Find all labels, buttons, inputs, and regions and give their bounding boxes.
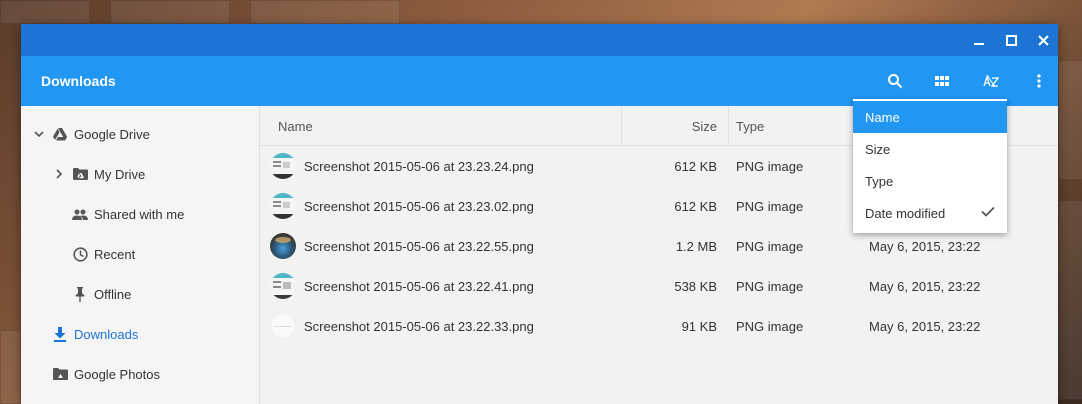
file-size: 612 KB [674,198,717,214]
file-size: 1.2 MB [675,238,717,254]
menu-item-label: Type [865,173,894,189]
file-size: 612 KB [674,158,717,174]
more-options-button[interactable] [1025,67,1053,95]
file-date: May 6, 2015, 23:22 [869,318,981,334]
chevron-right-icon[interactable] [53,168,65,180]
google-drive-icon [52,126,68,142]
pin-icon [72,286,88,302]
sort-menu-item-date-modified[interactable]: Date modified [853,197,1007,229]
sidebar-item-google-photos[interactable]: Google Photos [21,354,259,394]
grid-view-icon [935,76,949,86]
people-icon [72,206,88,222]
window-titlebar [21,24,1058,56]
column-header-size[interactable]: Size [622,106,717,146]
sort-menu-item-type[interactable]: Type [853,165,1007,197]
minimize-button[interactable] [963,24,995,56]
sidebar-item-google-drive[interactable]: Google Drive [21,114,259,154]
table-row[interactable]: Screenshot 2015-05-06 at 23.22.33.png 91… [260,306,1058,346]
folder-drive-icon [72,166,88,182]
sort-menu-item-name[interactable]: Name [853,101,1007,133]
file-name: Screenshot 2015-05-06 at 23.22.33.png [304,318,534,334]
clock-icon [72,246,88,262]
sidebar-item-label: Downloads [74,326,139,342]
grid-view-button[interactable] [928,67,956,95]
check-icon [981,205,995,220]
menu-item-label: Date modified [865,205,946,221]
file-name: Screenshot 2015-05-06 at 23.23.02.png [304,198,534,214]
file-type: PNG image [736,318,804,334]
sort-menu-item-size[interactable]: Size [853,133,1007,165]
sort-menu: Name Size Type Date modified [853,99,1007,233]
file-name: Screenshot 2015-05-06 at 23.22.55.png [304,238,534,254]
sidebar-item-label: Shared with me [94,206,185,222]
file-name: Screenshot 2015-05-06 at 23.22.41.png [304,278,534,294]
maximize-icon [1005,34,1017,46]
maximize-button[interactable] [995,24,1027,56]
sort-button[interactable] [977,67,1005,95]
sort-az-icon [983,74,999,88]
file-size: 538 KB [674,278,717,294]
file-type: PNG image [736,278,804,294]
file-type: PNG image [736,198,804,214]
column-divider[interactable] [728,106,729,146]
table-row[interactable]: Screenshot 2015-05-06 at 23.22.41.png 53… [260,266,1058,306]
menu-item-label: Name [865,109,900,125]
search-icon [888,74,903,89]
sidebar-item-offline[interactable]: Offline [21,274,259,314]
file-size: 91 KB [681,318,717,334]
column-header-name[interactable]: Name [278,106,313,146]
close-icon [1037,34,1049,46]
file-thumbnail [270,233,296,259]
file-thumbnail [270,193,296,219]
sidebar-item-label: Google Photos [74,366,161,382]
column-header-type[interactable]: Type [736,106,764,146]
more-vert-icon [1037,74,1041,88]
download-icon [52,326,68,342]
close-button[interactable] [1027,24,1058,56]
sidebar-item-downloads[interactable]: Downloads [21,314,259,354]
sidebar-item-label: Offline [94,286,132,302]
file-date: May 6, 2015, 23:22 [869,278,981,294]
sidebar: Google Drive My Drive Shared with me Rec… [21,106,260,404]
sidebar-item-label: Recent [94,246,136,262]
minimize-icon [974,43,984,45]
menu-item-label: Size [865,141,891,157]
file-thumbnail [270,153,296,179]
sidebar-item-label: Google Drive [74,126,150,142]
folder-photos-icon [52,366,68,382]
chevron-down-icon[interactable] [33,128,45,140]
sidebar-item-shared-with-me[interactable]: Shared with me [21,194,259,234]
file-thumbnail [270,313,296,339]
location-title: Downloads [41,73,116,89]
search-button[interactable] [881,67,909,95]
file-name: Screenshot 2015-05-06 at 23.23.24.png [304,158,534,174]
sidebar-item-label: My Drive [94,166,146,182]
sidebar-item-my-drive[interactable]: My Drive [21,154,259,194]
file-thumbnail [270,273,296,299]
file-type: PNG image [736,238,804,254]
sidebar-item-recent[interactable]: Recent [21,234,259,274]
file-type: PNG image [736,158,804,174]
